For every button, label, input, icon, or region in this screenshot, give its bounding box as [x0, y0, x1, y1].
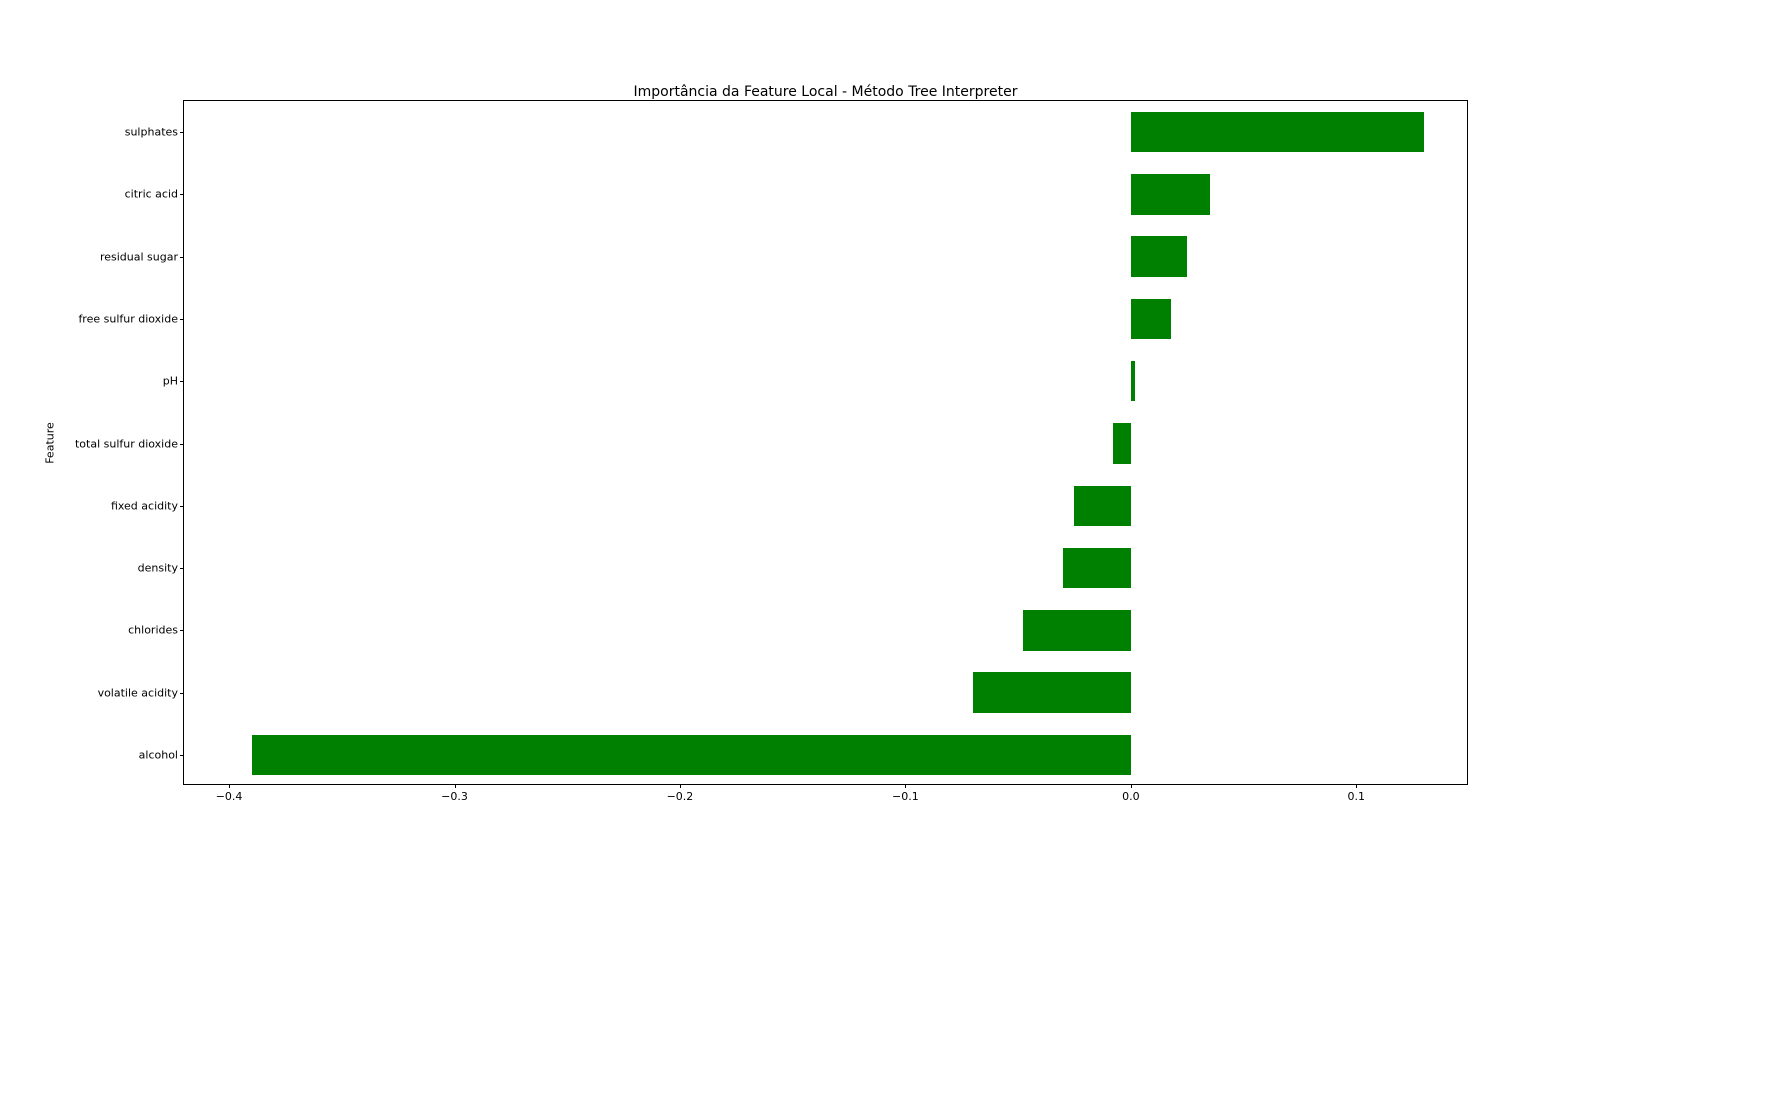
y-tick-label: sulphates	[125, 126, 178, 139]
bar	[1063, 548, 1131, 588]
x-tick-label: −0.4	[216, 790, 243, 803]
bar	[1113, 423, 1131, 463]
y-tick-mark	[180, 132, 184, 133]
y-tick-label: total sulfur dioxide	[75, 437, 178, 450]
bar	[1074, 486, 1130, 526]
bar	[1131, 236, 1187, 276]
y-tick-label: alcohol	[139, 748, 178, 761]
y-axis-label: Feature	[43, 422, 56, 464]
chart-title: Importância da Feature Local - Método Tr…	[183, 84, 1468, 100]
y-tick-mark	[180, 257, 184, 258]
x-tick-label: −0.1	[892, 790, 919, 803]
x-tick-label: 0.0	[1122, 790, 1140, 803]
x-tick-label: −0.2	[667, 790, 694, 803]
y-tick-label: pH	[163, 375, 178, 388]
bar	[1023, 610, 1131, 650]
y-tick-label: residual sugar	[100, 250, 178, 263]
x-tick-mark	[905, 784, 906, 788]
y-tick-label: fixed acidity	[111, 499, 178, 512]
x-tick-mark	[1356, 784, 1357, 788]
plot-area: Feature sulphatescitric acidresidual sug…	[183, 100, 1468, 785]
y-tick-mark	[180, 506, 184, 507]
y-tick-mark	[180, 381, 184, 382]
bar	[973, 672, 1131, 712]
y-tick-label: free sulfur dioxide	[78, 312, 178, 325]
x-tick-label: 0.1	[1348, 790, 1366, 803]
y-tick-label: density	[138, 562, 178, 575]
y-tick-mark	[180, 693, 184, 694]
bar	[1131, 174, 1210, 214]
y-tick-label: chlorides	[128, 624, 178, 637]
x-tick-mark	[1131, 784, 1132, 788]
bar	[1131, 299, 1172, 339]
y-tick-mark	[180, 444, 184, 445]
bar	[1131, 112, 1424, 152]
x-tick-mark	[455, 784, 456, 788]
x-tick-mark	[229, 784, 230, 788]
bar	[1131, 361, 1136, 401]
y-tick-mark	[180, 319, 184, 320]
bar	[252, 735, 1131, 775]
y-tick-mark	[180, 568, 184, 569]
y-tick-label: volatile acidity	[98, 686, 178, 699]
chart-container: Feature sulphatescitric acidresidual sug…	[183, 100, 1468, 785]
y-tick-mark	[180, 194, 184, 195]
x-tick-mark	[680, 784, 681, 788]
y-tick-mark	[180, 630, 184, 631]
y-tick-label: citric acid	[125, 188, 178, 201]
y-tick-mark	[180, 755, 184, 756]
x-tick-label: −0.3	[441, 790, 468, 803]
